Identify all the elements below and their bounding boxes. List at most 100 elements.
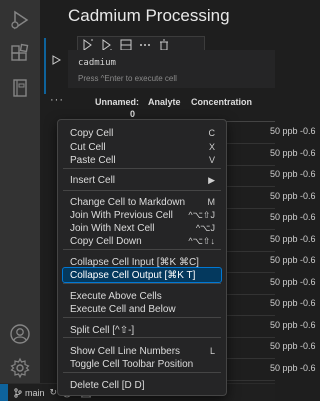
menu-item-insert-cell[interactable]: Insert Cell ▶ bbox=[63, 173, 221, 187]
menu-item-split-cell[interactable]: Split Cell [^⇧-] bbox=[63, 323, 221, 337]
cell-context-menu: Copy Cell C Cut Cell X Paste Cell V Insert Cel… bbox=[57, 119, 227, 396]
table-row: 50 ppb -0.6 bbox=[210, 232, 316, 255]
concentration-cell: 50 ppb bbox=[270, 362, 298, 373]
menu-item-label: Collapse Cell Output [⌘K T] bbox=[70, 269, 196, 281]
menu-separator bbox=[63, 283, 221, 284]
branch-status[interactable]: main bbox=[13, 388, 45, 398]
menu-item-label: Execute Above Cells bbox=[70, 290, 162, 302]
value-cell: -0.6 bbox=[300, 126, 316, 136]
account-icon[interactable] bbox=[8, 322, 32, 346]
value-cell: -0.6 bbox=[300, 147, 316, 158]
output-more-icon[interactable]: ··· bbox=[50, 94, 64, 106]
settings-gear-icon[interactable] bbox=[8, 356, 32, 380]
menu-item-copy-cell-down[interactable]: Copy Cell Down ^⌥⇧↓ bbox=[63, 234, 221, 248]
cell-code[interactable]: cadmium bbox=[78, 58, 116, 68]
run-debug-icon[interactable] bbox=[8, 8, 32, 32]
cell-focus-indicator bbox=[44, 38, 46, 94]
menu-item-label: Paste Cell bbox=[70, 154, 116, 166]
menu-item-join-with-next-cell[interactable]: Join With Next Cell ^⌥J bbox=[63, 221, 221, 235]
git-branch-icon bbox=[14, 387, 22, 398]
concentration-cell: 50 ppb bbox=[270, 147, 298, 158]
table-row: 50 ppb -0.6 bbox=[210, 146, 316, 169]
run-cell-icon[interactable] bbox=[50, 54, 62, 66]
value-cell: -0.6 bbox=[300, 233, 316, 244]
menu-separator bbox=[63, 337, 221, 338]
menu-item-delete-cell[interactable]: Delete Cell [D D] bbox=[63, 378, 221, 392]
menu-item-label: Split Cell [^⇧-] bbox=[70, 324, 135, 336]
value-cell: -0.6 bbox=[300, 276, 316, 287]
menu-item-label: Delete Cell [D D] bbox=[70, 379, 145, 391]
menu-item-change-cell-to-markdown[interactable]: Change Cell to Markdown M bbox=[63, 195, 221, 209]
table-row: 50 ppb -0.6 bbox=[210, 124, 316, 147]
menu-item-label: Cut Cell bbox=[70, 141, 106, 153]
sync-status[interactable]: ↻ bbox=[50, 387, 58, 398]
menu-item-execute-above-cells[interactable]: Execute Above Cells bbox=[63, 289, 221, 303]
table-row: 50 ppb -0.6 bbox=[210, 189, 316, 212]
table-row: 50 ppb -0.6 bbox=[210, 296, 316, 319]
notebook-icon[interactable] bbox=[8, 76, 32, 100]
concentration-cell: 50 ppb bbox=[270, 233, 298, 244]
table-row: 50 ppb -0.6 bbox=[210, 339, 316, 362]
menu-item-paste-cell[interactable]: Paste Cell V bbox=[63, 153, 221, 167]
value-cell: -0.6 bbox=[300, 319, 316, 330]
extensions-icon[interactable] bbox=[8, 42, 32, 66]
value-cell: -0.6 bbox=[300, 212, 316, 222]
column-header-unnamed-sub: 0 bbox=[130, 109, 136, 119]
menu-item-toggle-cell-toolbar-position[interactable]: Toggle Cell Toolbar Position bbox=[63, 357, 221, 371]
concentration-cell: 50 ppb bbox=[270, 319, 298, 330]
concentration-cell: 50 ppb bbox=[270, 169, 298, 179]
value-cell: -0.6 bbox=[300, 169, 316, 179]
menu-item-collapse-cell-output[interactable]: Collapse Cell Output [⌘K T] bbox=[62, 267, 222, 283]
activity-bar bbox=[0, 0, 41, 383]
menu-item-show-cell-line-numbers[interactable]: Show Cell Line Numbers L bbox=[63, 344, 221, 358]
menu-separator bbox=[63, 190, 221, 191]
cell-input[interactable]: cadmium Press ^Enter to execute cell bbox=[68, 50, 275, 88]
concentration-cell: 50 ppb bbox=[270, 341, 298, 351]
remote-indicator[interactable] bbox=[0, 384, 8, 401]
menu-item-label: Execute Cell and Below bbox=[70, 303, 176, 315]
menu-item-label: Show Cell Line Numbers bbox=[70, 345, 181, 357]
table-row: 50 ppb -0.6 bbox=[210, 275, 316, 298]
menu-separator bbox=[63, 372, 221, 373]
table-header: Unnamed: 0 Analyte Concentration bbox=[68, 96, 275, 120]
menu-item-join-with-previous-cell[interactable]: Join With Previous Cell ^⌥⇧J bbox=[63, 208, 221, 222]
concentration-cell: 50 ppb bbox=[270, 298, 298, 308]
menu-item-shortcut: ^⌥⇧↓ bbox=[188, 235, 215, 246]
value-cell: -0.6 bbox=[300, 362, 316, 373]
table-row: 50 ppb -0.6 bbox=[210, 318, 316, 341]
menu-item-shortcut: V bbox=[208, 155, 215, 165]
menu-item-label: Join With Next Cell bbox=[70, 222, 155, 234]
value-cell: -0.6 bbox=[300, 341, 316, 351]
table-row: 50 ppb -0.6 bbox=[210, 253, 316, 276]
menu-item-label: Copy Cell bbox=[70, 127, 114, 139]
value-cell: -0.6 bbox=[300, 190, 316, 201]
menu-separator bbox=[63, 317, 221, 318]
menu-item-shortcut: L bbox=[209, 346, 215, 356]
concentration-cell: 50 ppb bbox=[270, 126, 298, 136]
menu-item-shortcut: ^⌥⇧J bbox=[188, 209, 215, 220]
notebook-title: Cadmium Processing bbox=[68, 6, 230, 25]
value-cell: -0.6 bbox=[300, 255, 316, 265]
branch-name: main bbox=[25, 387, 45, 398]
submenu-arrow-icon: ▶ bbox=[208, 174, 215, 185]
menu-item-cut-cell[interactable]: Cut Cell X bbox=[63, 140, 221, 154]
menu-item-label: Copy Cell Down bbox=[70, 235, 142, 247]
menu-item-execute-cell-and-below[interactable]: Execute Cell and Below bbox=[63, 302, 221, 316]
table-row: 50 ppb -0.6 bbox=[210, 361, 316, 384]
column-header-concentration: Concentration bbox=[191, 97, 253, 107]
menu-item-label: Collapse Cell Input [⌘K ⌘C] bbox=[70, 256, 199, 268]
menu-item-shortcut: C bbox=[208, 128, 216, 138]
concentration-cell: 50 ppb bbox=[270, 255, 298, 265]
column-header-unnamed: Unnamed: bbox=[95, 97, 140, 107]
concentration-cell: 50 ppb bbox=[270, 190, 298, 201]
concentration-cell: 50 ppb bbox=[270, 276, 298, 287]
menu-separator bbox=[63, 249, 221, 250]
menu-item-shortcut: ^⌥J bbox=[195, 222, 215, 233]
menu-item-copy-cell[interactable]: Copy Cell C bbox=[63, 126, 221, 140]
table-row: 50 ppb -0.6 bbox=[210, 210, 316, 233]
menu-item-shortcut: X bbox=[208, 142, 215, 152]
menu-item-label: Change Cell to Markdown bbox=[70, 196, 186, 208]
menu-item-collapse-cell-input[interactable]: Collapse Cell Input [⌘K ⌘C] bbox=[63, 255, 221, 269]
menu-item-label: Toggle Cell Toolbar Position bbox=[70, 358, 194, 370]
execute-hint: Press ^Enter to execute cell bbox=[78, 74, 177, 83]
